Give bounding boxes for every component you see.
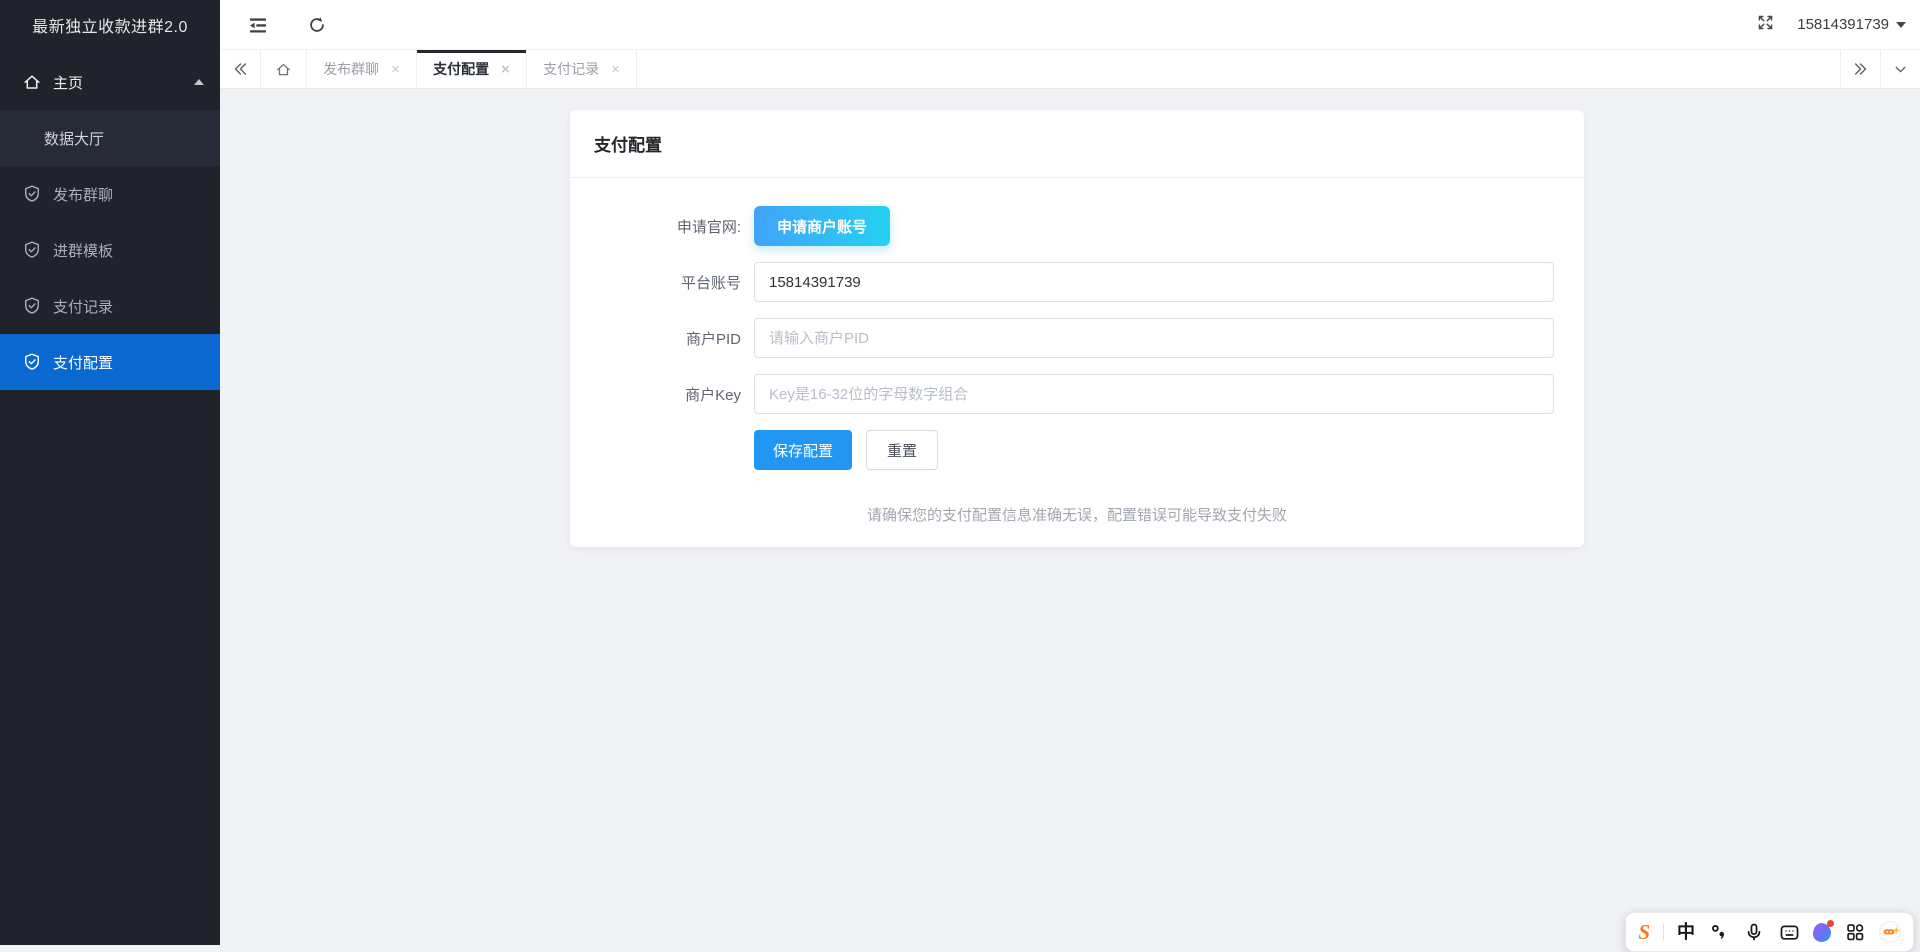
- caret-down-icon: [1896, 22, 1906, 28]
- form-row-platform-account: 平台账号: [570, 262, 1584, 302]
- ime-emoji-icon[interactable]: [1879, 921, 1901, 943]
- apply-site-label: 申请官网:: [570, 216, 741, 237]
- sogou-logo-icon[interactable]: S: [1638, 922, 1650, 943]
- ime-apps-grid-icon[interactable]: [1844, 921, 1866, 943]
- config-hint-text: 请确保您的支付配置信息准确无误，配置错误可能导致支付失败: [570, 504, 1584, 525]
- shield-check-icon: [22, 296, 42, 316]
- sidebar: 最新独立收款进群2.0 主页 数据大厅 发布群聊: [0, 0, 220, 945]
- close-icon[interactable]: ×: [611, 62, 620, 77]
- merchant-key-input[interactable]: [754, 374, 1554, 414]
- tab-publish-group[interactable]: 发布群聊 ×: [307, 50, 417, 88]
- tabs-menu-icon[interactable]: [1880, 50, 1920, 88]
- payment-config-form: 申请官网: 申请商户账号 平台账号 商户PID 商户Key 保存配置 重置 请确…: [570, 178, 1584, 547]
- form-row-merchant-key: 商户Key: [570, 374, 1584, 414]
- fullscreen-icon[interactable]: [1756, 13, 1775, 37]
- ime-language-mode[interactable]: 中: [1677, 923, 1695, 941]
- card-header: 支付配置: [570, 110, 1584, 178]
- sidebar-item-label: 支付配置: [53, 352, 113, 373]
- tab-label: 发布群聊: [323, 59, 379, 79]
- navbar-right-actions: 15814391739: [1756, 13, 1920, 37]
- tab-label: 支付配置: [433, 59, 489, 79]
- sidebar-item-payment-records[interactable]: 支付记录: [0, 278, 220, 334]
- tab-payment-config[interactable]: 支付配置 ×: [417, 50, 527, 88]
- merchant-key-label: 商户Key: [570, 384, 741, 405]
- shield-check-icon: [22, 240, 42, 260]
- merchant-pid-input[interactable]: [754, 318, 1554, 358]
- tabs-scroll-left-icon[interactable]: [220, 50, 261, 88]
- sidebar-item-label: 主页: [53, 72, 83, 93]
- form-row-merchant-pid: 商户PID: [570, 318, 1584, 358]
- payment-config-card: 支付配置 申请官网: 申请商户账号 平台账号 商户PID 商户Key 保存配: [570, 110, 1584, 547]
- form-row-actions: 保存配置 重置: [570, 430, 1584, 470]
- sidebar-item-payment-config[interactable]: 支付配置: [0, 334, 220, 390]
- shield-check-icon: [22, 352, 42, 372]
- home-icon: [22, 72, 42, 92]
- sidebar-item-label: 进群模板: [53, 240, 113, 261]
- sidebar-item-label: 数据大厅: [44, 128, 104, 149]
- tab-home-icon[interactable]: [261, 50, 307, 88]
- page-title: 支付配置: [594, 131, 662, 156]
- keyboard-icon[interactable]: [1778, 921, 1800, 943]
- tab-bar: 发布群聊 × 支付配置 × 支付记录 ×: [220, 50, 1920, 89]
- tab-label: 支付记录: [543, 59, 599, 79]
- sidebar-item-publish-group[interactable]: 发布群聊: [0, 166, 220, 222]
- sidebar-item-label: 支付记录: [53, 296, 113, 317]
- merchant-pid-label: 商户PID: [570, 328, 741, 349]
- top-navbar: 15814391739: [220, 0, 1920, 50]
- close-icon[interactable]: ×: [501, 62, 510, 77]
- sidebar-item-group-template[interactable]: 进群模板: [0, 222, 220, 278]
- sidebar-menu: 主页 数据大厅 发布群聊 进群模板: [0, 54, 220, 390]
- punctuation-icon[interactable]: [1708, 921, 1730, 943]
- reset-button[interactable]: 重置: [866, 430, 938, 470]
- save-config-button[interactable]: 保存配置: [754, 430, 852, 470]
- refresh-icon[interactable]: [305, 13, 329, 37]
- tabbar-spacer: [637, 50, 1840, 88]
- main-content: 支付配置 申请官网: 申请商户账号 平台账号 商户PID 商户Key 保存配: [220, 89, 1920, 945]
- tabs-scroll-right-icon[interactable]: [1840, 50, 1880, 88]
- ime-divider: [1663, 923, 1664, 941]
- chevron-up-icon: [194, 79, 204, 85]
- sidebar-item-label: 发布群聊: [53, 184, 113, 205]
- sidebar-item-home[interactable]: 主页: [0, 54, 220, 110]
- ime-assistant-icon[interactable]: [1813, 923, 1831, 942]
- voice-input-icon[interactable]: [1743, 921, 1765, 943]
- user-account-dropdown[interactable]: 15814391739: [1797, 16, 1906, 33]
- platform-account-label: 平台账号: [570, 272, 741, 293]
- ime-toolbar: S 中: [1625, 912, 1914, 952]
- tab-payment-records[interactable]: 支付记录 ×: [527, 50, 637, 88]
- close-icon[interactable]: ×: [391, 62, 400, 77]
- app-title: 最新独立收款进群2.0: [0, 0, 220, 50]
- sidebar-item-data-hall[interactable]: 数据大厅: [0, 110, 220, 166]
- form-row-apply: 申请官网: 申请商户账号: [570, 206, 1584, 246]
- shield-check-icon: [22, 184, 42, 204]
- platform-account-input[interactable]: [754, 262, 1554, 302]
- menu-fold-icon[interactable]: [246, 13, 270, 37]
- apply-merchant-account-button[interactable]: 申请商户账号: [754, 206, 890, 246]
- user-account-number: 15814391739: [1797, 16, 1889, 33]
